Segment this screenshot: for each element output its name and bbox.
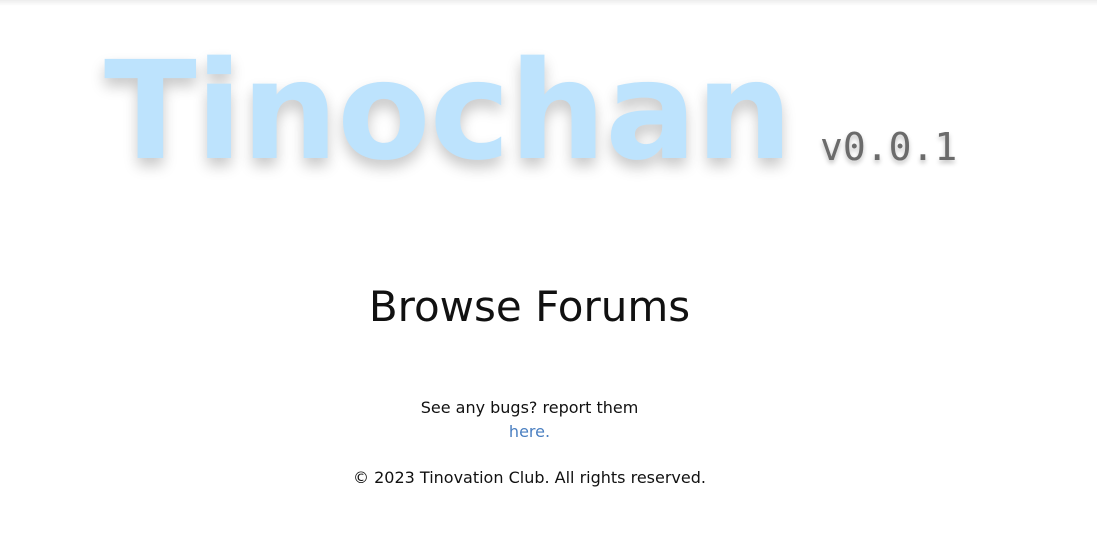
version-label: v0.0.1 [820, 125, 958, 169]
top-bar-shadow [0, 0, 1097, 6]
logo-text: Tinochan [104, 33, 793, 191]
browse-forums-link[interactable]: Browse Forums [0, 283, 1059, 330]
footer-copyright: © 2023 Tinovation Club. All rights reser… [353, 468, 706, 487]
page: Tinochan v0.0.1 Browse Forums See any bu… [0, 0, 1097, 538]
bug-report-text: See any bugs? report them [420, 398, 639, 417]
bug-report-section: See any bugs? report them here. [0, 396, 1059, 444]
bug-report-link[interactable]: here. [509, 422, 550, 441]
